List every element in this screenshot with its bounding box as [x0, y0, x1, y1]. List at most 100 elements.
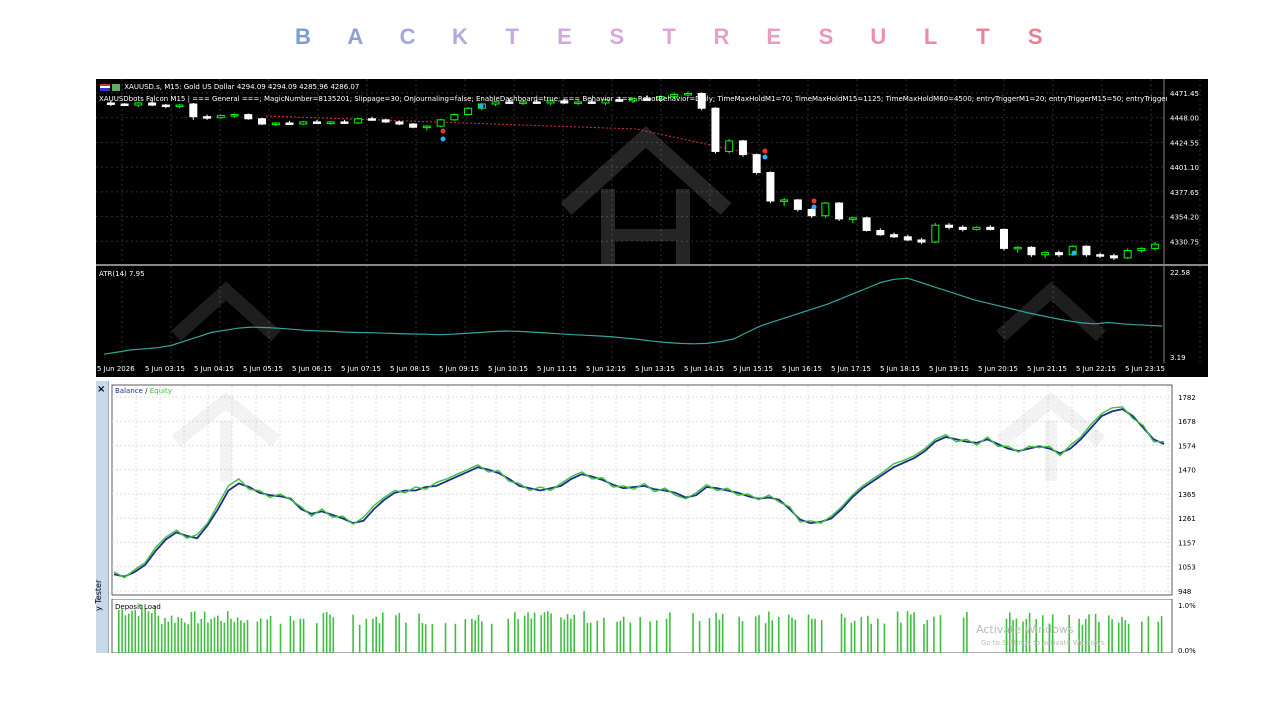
atr-indicator[interactable]: 22.58 3.19	[96, 266, 1208, 363]
deposit-bar	[589, 622, 592, 653]
deposit-bar	[547, 611, 549, 653]
candle	[189, 103, 198, 118]
deposit-bar	[177, 617, 179, 653]
balance-legend: Balance / Equity	[115, 387, 172, 395]
deposit-bar	[418, 613, 420, 653]
deposit-bar	[530, 618, 533, 653]
price-tick-label: 4424.55	[1170, 139, 1199, 147]
deposit-bar	[814, 618, 816, 653]
deposit-bar	[787, 614, 790, 653]
deposit-bar	[669, 612, 671, 653]
candle	[945, 224, 954, 228]
deposit-bar	[820, 620, 823, 653]
deposit-bar	[230, 618, 232, 653]
time-tick-label: 5 Jun 14:15	[684, 365, 725, 373]
candle	[464, 107, 473, 116]
deposit-bar	[266, 619, 269, 653]
deposit-bar	[358, 624, 361, 653]
candle	[1137, 247, 1146, 252]
trade-marker	[1071, 250, 1077, 256]
title-letter: E	[766, 24, 782, 49]
deposit-bar	[1098, 621, 1100, 653]
symbol-info: XAUUSD.s, M15: Gold US Dollar 4294.09 42…	[100, 83, 359, 91]
title-letter: R	[713, 24, 730, 49]
deposit-bar	[649, 621, 651, 653]
deposit-bar	[619, 620, 622, 653]
deposit-bar	[639, 617, 641, 653]
price-tick-label: 4330.75	[1170, 238, 1199, 246]
deposit-bar	[715, 612, 717, 653]
time-tick-label: 5 Jun 18:15	[880, 365, 921, 373]
deposit-bar	[616, 621, 618, 653]
deposit-bar	[844, 617, 846, 653]
deposit-bar	[134, 609, 137, 653]
time-tick-label: 5 Jun 15:15	[733, 365, 774, 373]
candle	[326, 121, 335, 124]
title-letter: L	[923, 24, 938, 49]
deposit-bar	[923, 624, 925, 653]
balance-tick-label: 948	[1178, 588, 1191, 596]
deposit-bar	[197, 623, 199, 653]
balance-tick-label: 1053	[1178, 564, 1196, 572]
deposit-bar	[764, 623, 767, 653]
candle	[752, 154, 761, 174]
candle	[450, 114, 459, 121]
deposit-bar	[118, 610, 120, 653]
price-chart-window[interactable]: 4471.45 4448.00 4424.55 4401.10 4377.65 4354.…	[96, 79, 1208, 377]
watermark-pillar	[676, 189, 690, 266]
deposit-bar	[926, 619, 929, 653]
deposit-bar	[1127, 623, 1130, 653]
deposit-bar	[164, 618, 166, 653]
deposit-bar	[517, 619, 519, 653]
deposit-bar	[405, 622, 407, 653]
deposit-bar	[200, 618, 203, 653]
time-tick-label: 5 Jun 16:15	[782, 365, 823, 373]
price-chart[interactable]: 4471.45 4448.00 4424.55 4401.10 4377.65 4354.…	[96, 79, 1208, 266]
deposit-bar	[910, 614, 912, 653]
candle	[807, 208, 816, 217]
deposit-bar	[778, 617, 780, 653]
deposit-bar	[233, 621, 236, 653]
candle	[890, 234, 899, 238]
time-tick-label: 5 Jun 10:15	[488, 365, 529, 373]
time-tick-label: 5 Jun 04:15	[194, 365, 235, 373]
title-letter: K	[451, 24, 468, 49]
deposit-tick-label: 0.0%	[1178, 647, 1196, 653]
legend-separator: /	[142, 387, 150, 395]
deposit-bar	[421, 622, 424, 653]
deposit-bar	[144, 608, 146, 653]
balance-equity-graph[interactable]: 1782 1678 1574 1470 1365 1261 1157 1053 948	[96, 381, 1208, 599]
symbol-text: XAUUSD.s, M15: Gold US Dollar 4294.09 42…	[124, 83, 360, 91]
atr-tick-label: 3.19	[1170, 354, 1186, 362]
deposit-bar	[481, 621, 483, 653]
deposit-bar	[698, 621, 701, 653]
strategy-tester-panel[interactable]: × y Tester 1782 1678 1574 1470 1365 1261 1157 1…	[94, 381, 1208, 653]
trade-marker	[811, 204, 817, 210]
candle	[999, 228, 1008, 249]
deposit-load-label: Deposit Load	[115, 603, 161, 611]
deposit-bar	[754, 616, 757, 653]
deposit-bar	[966, 611, 968, 653]
candle	[134, 102, 143, 106]
deposit-bar	[507, 618, 509, 653]
deposit-bar	[550, 613, 552, 653]
candle	[436, 119, 445, 127]
time-tick-label: 5 Jun 05:15	[243, 365, 284, 373]
candle	[1082, 245, 1091, 256]
candle	[175, 104, 184, 108]
deposit-bar	[741, 621, 744, 653]
trade-marker	[811, 198, 817, 204]
deposit-bar	[329, 614, 331, 653]
deposit-bar	[160, 623, 163, 653]
candle	[1123, 250, 1132, 259]
deposit-bar	[603, 617, 605, 653]
candle	[1109, 255, 1118, 259]
candle	[766, 172, 775, 202]
time-tick-label: 5 Jun 22:15	[1076, 365, 1117, 373]
watermark-roof	[171, 281, 281, 342]
deposit-bar	[220, 621, 222, 653]
deposit-bar	[933, 616, 935, 653]
deposit-bar	[906, 611, 909, 653]
deposit-bar	[1160, 616, 1163, 653]
logo-watermark	[171, 281, 1106, 342]
